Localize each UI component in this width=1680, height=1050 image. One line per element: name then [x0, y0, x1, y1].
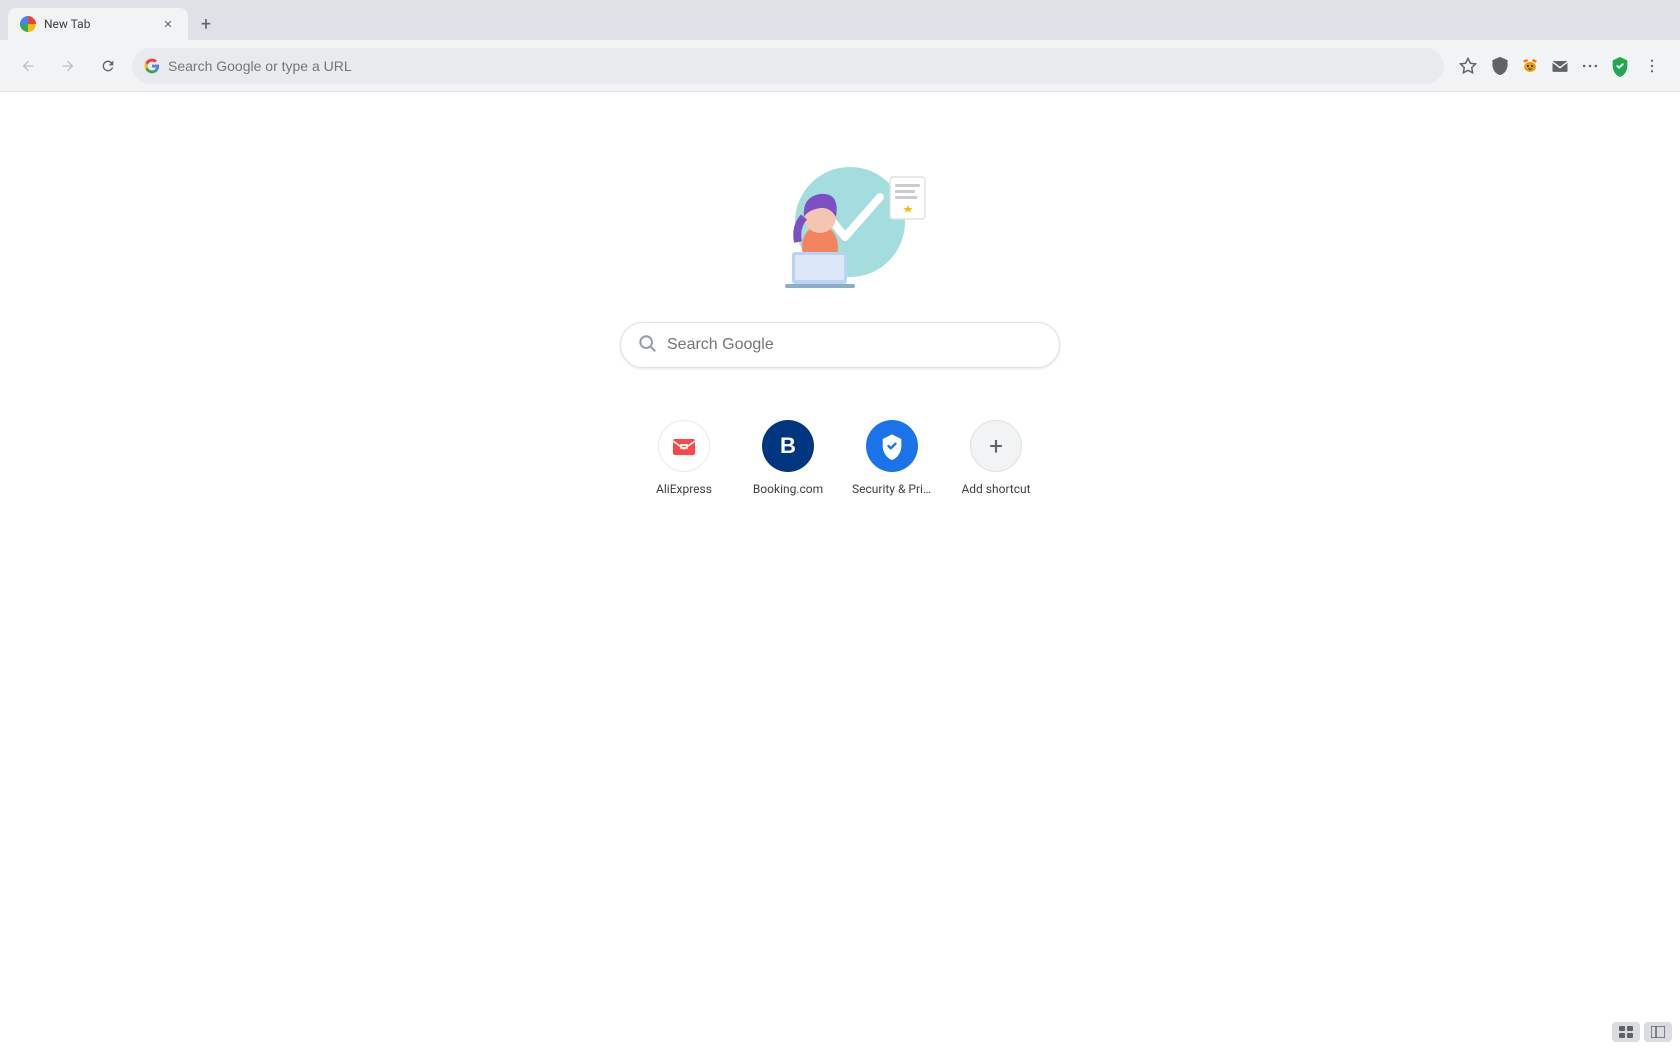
menu-dots-icon	[1643, 57, 1661, 75]
tab-title: New Tab	[44, 17, 152, 31]
extension-3-icon	[1550, 56, 1570, 76]
grid-icon	[1619, 1026, 1633, 1038]
tab-bar: New Tab ✕ +	[0, 0, 1680, 40]
shortcut-add-label: Add shortcut	[961, 482, 1030, 496]
shortcut-add[interactable]: + Add shortcut	[948, 408, 1044, 508]
sidebar-icon	[1651, 1026, 1665, 1038]
extension-3-button[interactable]	[1546, 52, 1574, 80]
shortcut-security[interactable]: Security & Priv...	[844, 408, 940, 508]
search-input[interactable]	[667, 336, 1043, 354]
address-bar-input[interactable]	[168, 58, 1432, 74]
shortcut-aliexpress[interactable]: AliExpress	[636, 408, 732, 508]
new-tab-button[interactable]: +	[192, 10, 220, 38]
star-icon	[1459, 57, 1477, 75]
nav-bar	[0, 40, 1680, 92]
extension-1-icon	[1490, 56, 1510, 76]
security-check-icon	[878, 432, 906, 460]
hero-illustration	[740, 152, 940, 292]
page-content: AliExpress B Booking.com Security & Priv…	[0, 92, 1680, 1050]
extension-more-icon	[1580, 56, 1600, 76]
google-logo-icon	[144, 58, 160, 74]
extension-more-button[interactable]	[1576, 52, 1604, 80]
booking-icon: B	[762, 420, 814, 472]
back-button[interactable]	[12, 50, 44, 82]
security-shortcut-icon	[866, 420, 918, 472]
extension-1-button[interactable]	[1486, 52, 1514, 80]
aliexpress-icon	[658, 420, 710, 472]
shortcut-booking-label: Booking.com	[753, 482, 823, 496]
search-icon	[637, 333, 657, 358]
extension-2-icon	[1520, 56, 1540, 76]
add-shortcut-icon: +	[970, 420, 1022, 472]
reload-icon	[100, 58, 116, 74]
active-tab[interactable]: New Tab ✕	[8, 8, 188, 40]
address-bar-container[interactable]	[132, 48, 1444, 84]
extension-2-button[interactable]	[1516, 52, 1544, 80]
tab-close-button[interactable]: ✕	[160, 16, 176, 32]
extension-security-button[interactable]	[1606, 52, 1634, 80]
bookmark-button[interactable]	[1452, 50, 1484, 82]
aliexpress-logo-icon	[669, 431, 699, 461]
toolbar-actions	[1452, 50, 1668, 82]
search-bar[interactable]	[620, 322, 1060, 368]
forward-button[interactable]	[52, 50, 84, 82]
search-container	[620, 322, 1060, 368]
shortcut-booking[interactable]: B Booking.com	[740, 408, 836, 508]
bottom-btn-1[interactable]	[1612, 1022, 1640, 1042]
shortcut-security-label: Security & Priv...	[852, 482, 932, 496]
browser-chrome: New Tab ✕ +	[0, 0, 1680, 92]
shortcut-aliexpress-label: AliExpress	[656, 482, 712, 496]
menu-button[interactable]	[1636, 50, 1668, 82]
tab-favicon	[20, 16, 36, 32]
back-icon	[20, 58, 36, 74]
reload-button[interactable]	[92, 50, 124, 82]
bottom-bar	[1604, 1014, 1680, 1050]
forward-icon	[60, 58, 76, 74]
shortcuts-grid: AliExpress B Booking.com Security & Priv…	[636, 408, 1044, 508]
extension-security-icon	[1609, 55, 1631, 77]
bottom-btn-2[interactable]	[1644, 1022, 1672, 1042]
